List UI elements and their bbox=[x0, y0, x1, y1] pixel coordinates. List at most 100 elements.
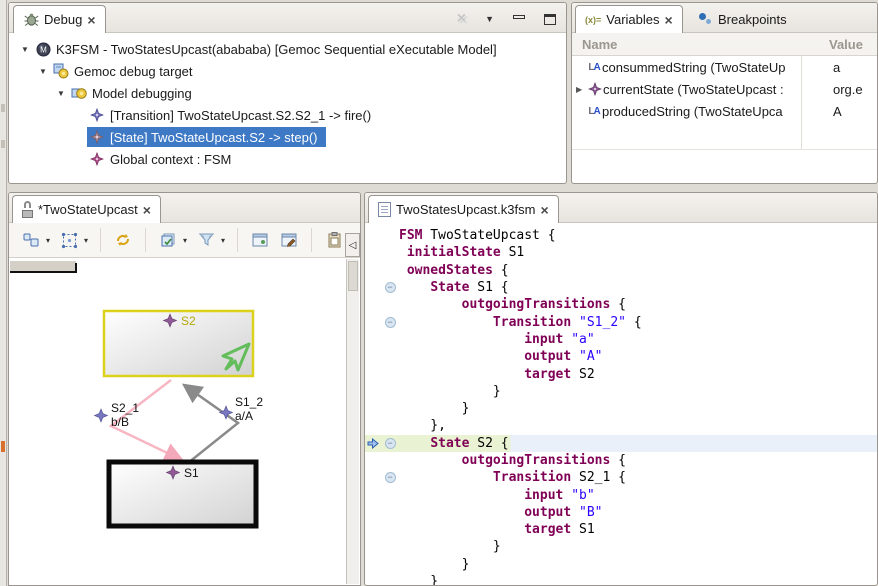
tab-code-file-label: TwoStatesUpcast.k3fsm bbox=[396, 202, 535, 217]
transition-s2-1-label[interactable]: S2_1 b/B bbox=[95, 401, 140, 429]
debug-tree-item[interactable]: [Transition] TwoStateUpcast.S2.S2_1 -> f… bbox=[9, 104, 566, 126]
tab-variables-close-icon[interactable]: × bbox=[665, 13, 673, 27]
code-line-text: input "a" bbox=[399, 332, 595, 347]
code-line-text: Transition "S1_2" { bbox=[399, 315, 642, 330]
code-line[interactable]: − Transition "S1_2" { bbox=[365, 313, 877, 330]
view-menu-icon[interactable]: ▼ bbox=[485, 14, 494, 24]
code-line[interactable]: } bbox=[365, 383, 877, 400]
expander-collapse-icon[interactable]: ▼ bbox=[35, 67, 51, 76]
code-line[interactable]: outgoingTransitions { bbox=[365, 296, 877, 313]
code-line[interactable]: target S2 bbox=[365, 365, 877, 382]
code-line-text: } bbox=[399, 384, 501, 399]
filter-dropdown-icon[interactable]: ▾ bbox=[221, 236, 225, 245]
code-line[interactable]: initialState S1 bbox=[365, 244, 877, 261]
column-header-name[interactable]: Name bbox=[572, 37, 617, 52]
fold-collapse-icon[interactable]: − bbox=[381, 438, 399, 449]
tab-diagram-label: *TwoStateUpcast bbox=[38, 202, 138, 217]
layout-dropdown-icon[interactable]: ▾ bbox=[46, 236, 50, 245]
export-image-icon[interactable] bbox=[250, 230, 270, 250]
minimize-icon[interactable] bbox=[513, 15, 525, 19]
fold-collapse-icon[interactable]: − bbox=[381, 282, 399, 293]
code-line[interactable]: ownedStates { bbox=[365, 262, 877, 279]
code-line[interactable]: target S1 bbox=[365, 521, 877, 538]
code-line-text: outgoingTransitions { bbox=[399, 297, 626, 312]
refresh-icon[interactable] bbox=[113, 230, 133, 250]
code-line[interactable]: input "b" bbox=[365, 486, 877, 503]
remove-all-terminated-icon[interactable]: × bbox=[457, 10, 466, 28]
fold-collapse-icon[interactable]: − bbox=[381, 472, 399, 483]
tab-variables[interactable]: (x)= Variables × bbox=[575, 5, 683, 33]
arrange-dropdown-icon[interactable]: ▾ bbox=[84, 236, 88, 245]
transition-s1-2-label[interactable]: S1_2 a/A bbox=[220, 395, 264, 423]
variables-column-headers[interactable]: Name Value bbox=[572, 33, 877, 56]
tree-item-label: K3FSM - TwoStatesUpcast(abababa) [Gemoc … bbox=[56, 42, 497, 57]
expander-collapse-icon[interactable]: ▼ bbox=[53, 89, 69, 98]
tab-diagram-close-icon[interactable]: × bbox=[143, 203, 151, 217]
variable-row[interactable]: LAproducedString (TwoStateUpcaA bbox=[572, 100, 877, 122]
diagram-tabbar: *TwoStateUpcast × bbox=[9, 193, 360, 223]
clipboard-icon[interactable] bbox=[324, 230, 344, 250]
arrange-icon[interactable] bbox=[59, 230, 79, 250]
code-line[interactable]: } bbox=[365, 556, 877, 573]
debug-tabbar: Debug × × ▼ bbox=[9, 3, 566, 33]
debug-tree-item[interactable]: ▼Model debugging bbox=[9, 82, 566, 104]
tab-breakpoints[interactable]: Breakpoints bbox=[690, 5, 796, 33]
variables-view: (x)= Variables × Breakpoints Name Value … bbox=[571, 2, 878, 184]
code-line-current[interactable]: − State S2 { bbox=[365, 435, 877, 452]
column-header-value[interactable]: Value bbox=[829, 37, 863, 52]
trim-tick-orange bbox=[1, 441, 5, 452]
expand-arrow-icon[interactable]: ▶ bbox=[576, 85, 587, 94]
code-line[interactable]: FSM TwoStateUpcast { bbox=[365, 227, 877, 244]
variable-value: org.e bbox=[833, 82, 875, 97]
code-line[interactable]: output "A" bbox=[365, 348, 877, 365]
attribute-icon: LA bbox=[586, 103, 602, 119]
collapse-palette-button[interactable]: ◁ bbox=[345, 233, 360, 257]
debug-tree-item[interactable]: [State] TwoStateUpcast.S2 -> step() bbox=[9, 126, 566, 148]
state-s1-label: S1 bbox=[184, 466, 199, 480]
debug-tree-item[interactable]: Global context : FSM bbox=[9, 148, 566, 170]
debug-target-icon bbox=[53, 63, 69, 79]
code-text-area[interactable]: FSM TwoStateUpcast { initialState S1 own… bbox=[365, 223, 877, 586]
code-line[interactable]: } bbox=[365, 400, 877, 417]
code-line[interactable]: } bbox=[365, 538, 877, 555]
tab-debug[interactable]: Debug × bbox=[13, 5, 106, 33]
layers-dropdown-icon[interactable]: ▾ bbox=[183, 236, 187, 245]
transition-star-icon bbox=[95, 409, 108, 422]
transition-s2-1-io: b/B bbox=[111, 415, 129, 429]
table-bottom-line bbox=[572, 149, 877, 150]
code-line[interactable]: output "B" bbox=[365, 504, 877, 521]
tab-diagram[interactable]: *TwoStateUpcast × bbox=[12, 195, 161, 223]
scrollbar-thumb[interactable] bbox=[348, 261, 358, 291]
expander-collapse-icon[interactable]: ▼ bbox=[17, 45, 33, 54]
diagram-vertical-scrollbar[interactable] bbox=[346, 259, 359, 584]
variable-row[interactable]: LAconsummedString (TwoStateUpa bbox=[572, 56, 877, 78]
code-line[interactable]: } bbox=[365, 573, 877, 586]
code-line[interactable]: }, bbox=[365, 417, 877, 434]
code-line[interactable]: input "a" bbox=[365, 331, 877, 348]
tab-code-file[interactable]: TwoStatesUpcast.k3fsm × bbox=[368, 195, 559, 223]
code-line[interactable]: outgoingTransitions { bbox=[365, 452, 877, 469]
transition-s1-2-io: a/A bbox=[235, 409, 253, 423]
fold-collapse-icon[interactable]: − bbox=[381, 317, 399, 328]
tab-code-file-close-icon[interactable]: × bbox=[540, 203, 548, 217]
code-line-text: State S1 { bbox=[399, 280, 509, 295]
transition-s1-2-edge[interactable] bbox=[184, 385, 238, 463]
fsm-diagram: S2 S1 S2_1 b/B S1_2 a/A bbox=[10, 259, 350, 586]
lock-icon bbox=[22, 205, 33, 218]
code-line[interactable]: − Transition S2_1 { bbox=[365, 469, 877, 486]
code-line-text: ownedStates { bbox=[399, 263, 509, 278]
layout-icon[interactable] bbox=[21, 230, 41, 250]
debug-tree-item[interactable]: ▼Gemoc debug target bbox=[9, 60, 566, 82]
variable-row[interactable]: ▶currentState (TwoStateUpcast :org.e bbox=[572, 78, 877, 100]
code-line-text: input "b" bbox=[399, 488, 595, 503]
export-edit-icon[interactable] bbox=[279, 230, 299, 250]
tab-debug-close-icon[interactable]: × bbox=[87, 13, 95, 27]
layers-icon[interactable] bbox=[158, 230, 178, 250]
state-s1-node[interactable]: S1 bbox=[109, 462, 256, 526]
code-line[interactable]: − State S1 { bbox=[365, 279, 877, 296]
debug-tree-item[interactable]: ▼MK3FSM - TwoStatesUpcast(abababa) [Gemo… bbox=[9, 38, 566, 60]
maximize-icon[interactable] bbox=[544, 14, 556, 25]
filter-icon[interactable] bbox=[196, 230, 216, 250]
code-line-text: FSM TwoStateUpcast { bbox=[399, 228, 556, 243]
fsm-diagram-canvas[interactable]: S2 S1 S2_1 b/B S1_2 a/A bbox=[10, 259, 346, 584]
